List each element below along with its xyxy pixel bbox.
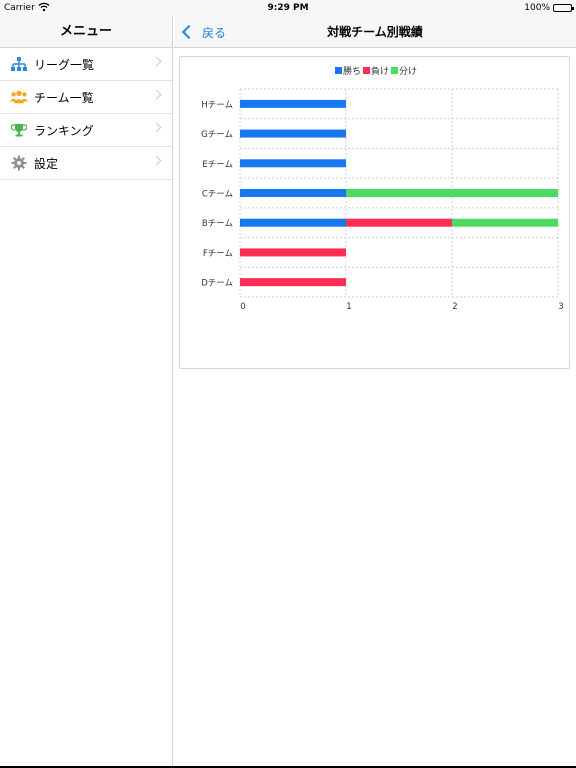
y-tick-label: Cチーム bbox=[202, 190, 233, 200]
status-bar: Carrier 9:29 PM 100% bbox=[0, 0, 576, 16]
chevron-left-icon bbox=[181, 24, 197, 40]
page-title: 対戦チーム別戦績 bbox=[327, 25, 423, 39]
stacked-bar-chart: 勝ち 負け 分け 0 1 2 3 Hチーム Gチーム Eチーム Cチーム Bチーム Fチーム Dチーム bbox=[201, 65, 564, 312]
sidebar-item-settings[interactable]: 設定 bbox=[0, 147, 172, 180]
legend-label: 勝ち bbox=[343, 65, 361, 77]
legend-swatch bbox=[391, 67, 398, 74]
back-label: 戻る bbox=[202, 25, 227, 40]
y-tick-label: Eチーム bbox=[202, 160, 233, 170]
bar-segment bbox=[240, 218, 346, 227]
sidebar-item-label: ランキング bbox=[34, 123, 94, 138]
bar-segment bbox=[452, 218, 558, 227]
sidebar: メニュー リーグ一覧 チーム一覧 ランキング 設定 bbox=[0, 16, 173, 768]
x-tick-label: 3 bbox=[558, 302, 563, 312]
bar-segment bbox=[240, 99, 346, 108]
chevron-right-icon bbox=[151, 56, 162, 67]
x-tick-label: 2 bbox=[452, 302, 457, 312]
chevron-right-icon bbox=[151, 155, 162, 166]
legend-label: 分け bbox=[399, 66, 417, 77]
bar-segment bbox=[240, 189, 346, 197]
y-tick-label: Gチーム bbox=[201, 130, 233, 140]
x-tick-label: 1 bbox=[346, 302, 351, 312]
battery-percent: 100% bbox=[524, 3, 550, 13]
bar-segment bbox=[240, 278, 346, 287]
clock: 9:29 PM bbox=[267, 3, 309, 13]
bar-segment bbox=[346, 189, 558, 197]
sidebar-item-league-list[interactable]: リーグ一覧 bbox=[0, 48, 172, 81]
sidebar-item-team-list[interactable]: チーム一覧 bbox=[0, 81, 172, 114]
legend-swatch bbox=[335, 67, 342, 74]
sidebar-item-label: 設定 bbox=[34, 156, 59, 171]
y-tick-label: Dチーム bbox=[201, 279, 233, 289]
chart-card: 勝ち 負け 分け 0 1 2 3 Hチーム Gチーム Eチーム Cチーム Bチーム Fチーム Dチーム bbox=[179, 56, 570, 369]
bar-segment bbox=[240, 159, 346, 168]
org-chart-icon bbox=[10, 55, 28, 73]
battery-icon bbox=[553, 4, 574, 12]
y-tick-label: Fチーム bbox=[203, 249, 233, 259]
sidebar-item-label: チーム一覧 bbox=[34, 90, 94, 105]
chevron-right-icon bbox=[151, 89, 162, 100]
detail-pane: 対戦チーム別戦績 戻る 勝ち 負け 分け 0 1 2 3 Hチーム Gチーム Eチーム Cチーム Bチ… bbox=[174, 16, 576, 768]
bar-segment bbox=[240, 129, 346, 138]
team-icon bbox=[10, 88, 28, 106]
sidebar-title: メニュー bbox=[0, 16, 172, 48]
trophy-icon bbox=[10, 121, 28, 139]
legend-swatch bbox=[363, 67, 370, 74]
legend-label: 負け bbox=[371, 65, 389, 77]
gear-icon bbox=[10, 154, 28, 172]
y-tick-label: Bチーム bbox=[202, 219, 233, 229]
detail-navbar: 対戦チーム別戦績 戻る bbox=[174, 16, 576, 48]
back-button[interactable]: 戻る bbox=[180, 16, 226, 48]
bar-segment bbox=[240, 248, 346, 257]
x-tick-label: 0 bbox=[240, 302, 245, 312]
sidebar-item-ranking[interactable]: ランキング bbox=[0, 114, 172, 147]
chevron-right-icon bbox=[151, 122, 162, 133]
sidebar-item-label: リーグ一覧 bbox=[34, 57, 95, 72]
bar-segment bbox=[346, 218, 452, 227]
y-tick-label: Hチーム bbox=[201, 100, 233, 110]
